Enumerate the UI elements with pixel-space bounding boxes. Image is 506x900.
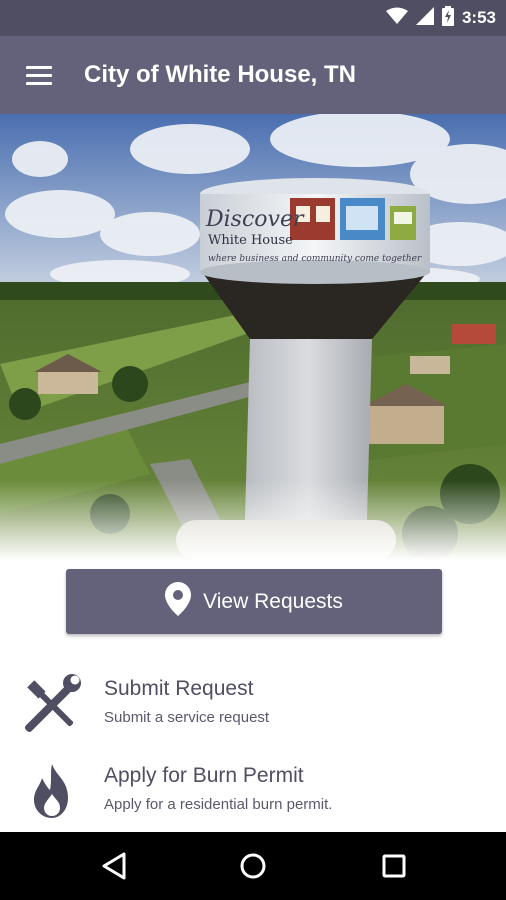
burn-permit-subtitle: Apply for a residential burn permit. — [104, 796, 333, 813]
cell-signal-icon — [415, 6, 434, 30]
submit-request-title: Submit Request — [104, 677, 254, 700]
app-title: City of White House, TN — [84, 61, 356, 88]
sign-script-text: Discover — [205, 207, 305, 232]
navigation-bar — [0, 832, 506, 900]
wifi-icon — [385, 7, 408, 30]
burn-permit-item[interactable]: Apply for Burn Permit Apply for a reside… — [0, 752, 506, 832]
fire-icon — [20, 760, 84, 824]
back-icon[interactable] — [92, 846, 136, 886]
recents-icon[interactable] — [372, 846, 416, 886]
burn-permit-title: Apply for Burn Permit — [104, 764, 304, 787]
app-bar: City of White House, TN — [0, 36, 506, 114]
view-requests-label: View Requests — [203, 589, 343, 613]
sign-tagline-text: where business and community come togeth… — [208, 254, 422, 264]
hamburger-menu-icon[interactable] — [18, 58, 58, 92]
battery-charging-icon — [441, 5, 454, 31]
map-pin-icon — [165, 582, 192, 621]
sign-name-text: White House — [208, 233, 293, 248]
submit-request-subtitle: Submit a service request — [104, 709, 270, 726]
view-requests-button[interactable]: View Requests — [66, 569, 442, 634]
submit-request-item[interactable]: Submit Request Submit a service request — [0, 665, 506, 745]
hero-image: Discover White House where business and … — [0, 114, 506, 560]
status-time: 3:53 — [461, 8, 496, 27]
home-icon[interactable] — [231, 846, 275, 886]
tools-icon — [20, 673, 84, 737]
status-bar: 3:53 — [0, 0, 506, 36]
